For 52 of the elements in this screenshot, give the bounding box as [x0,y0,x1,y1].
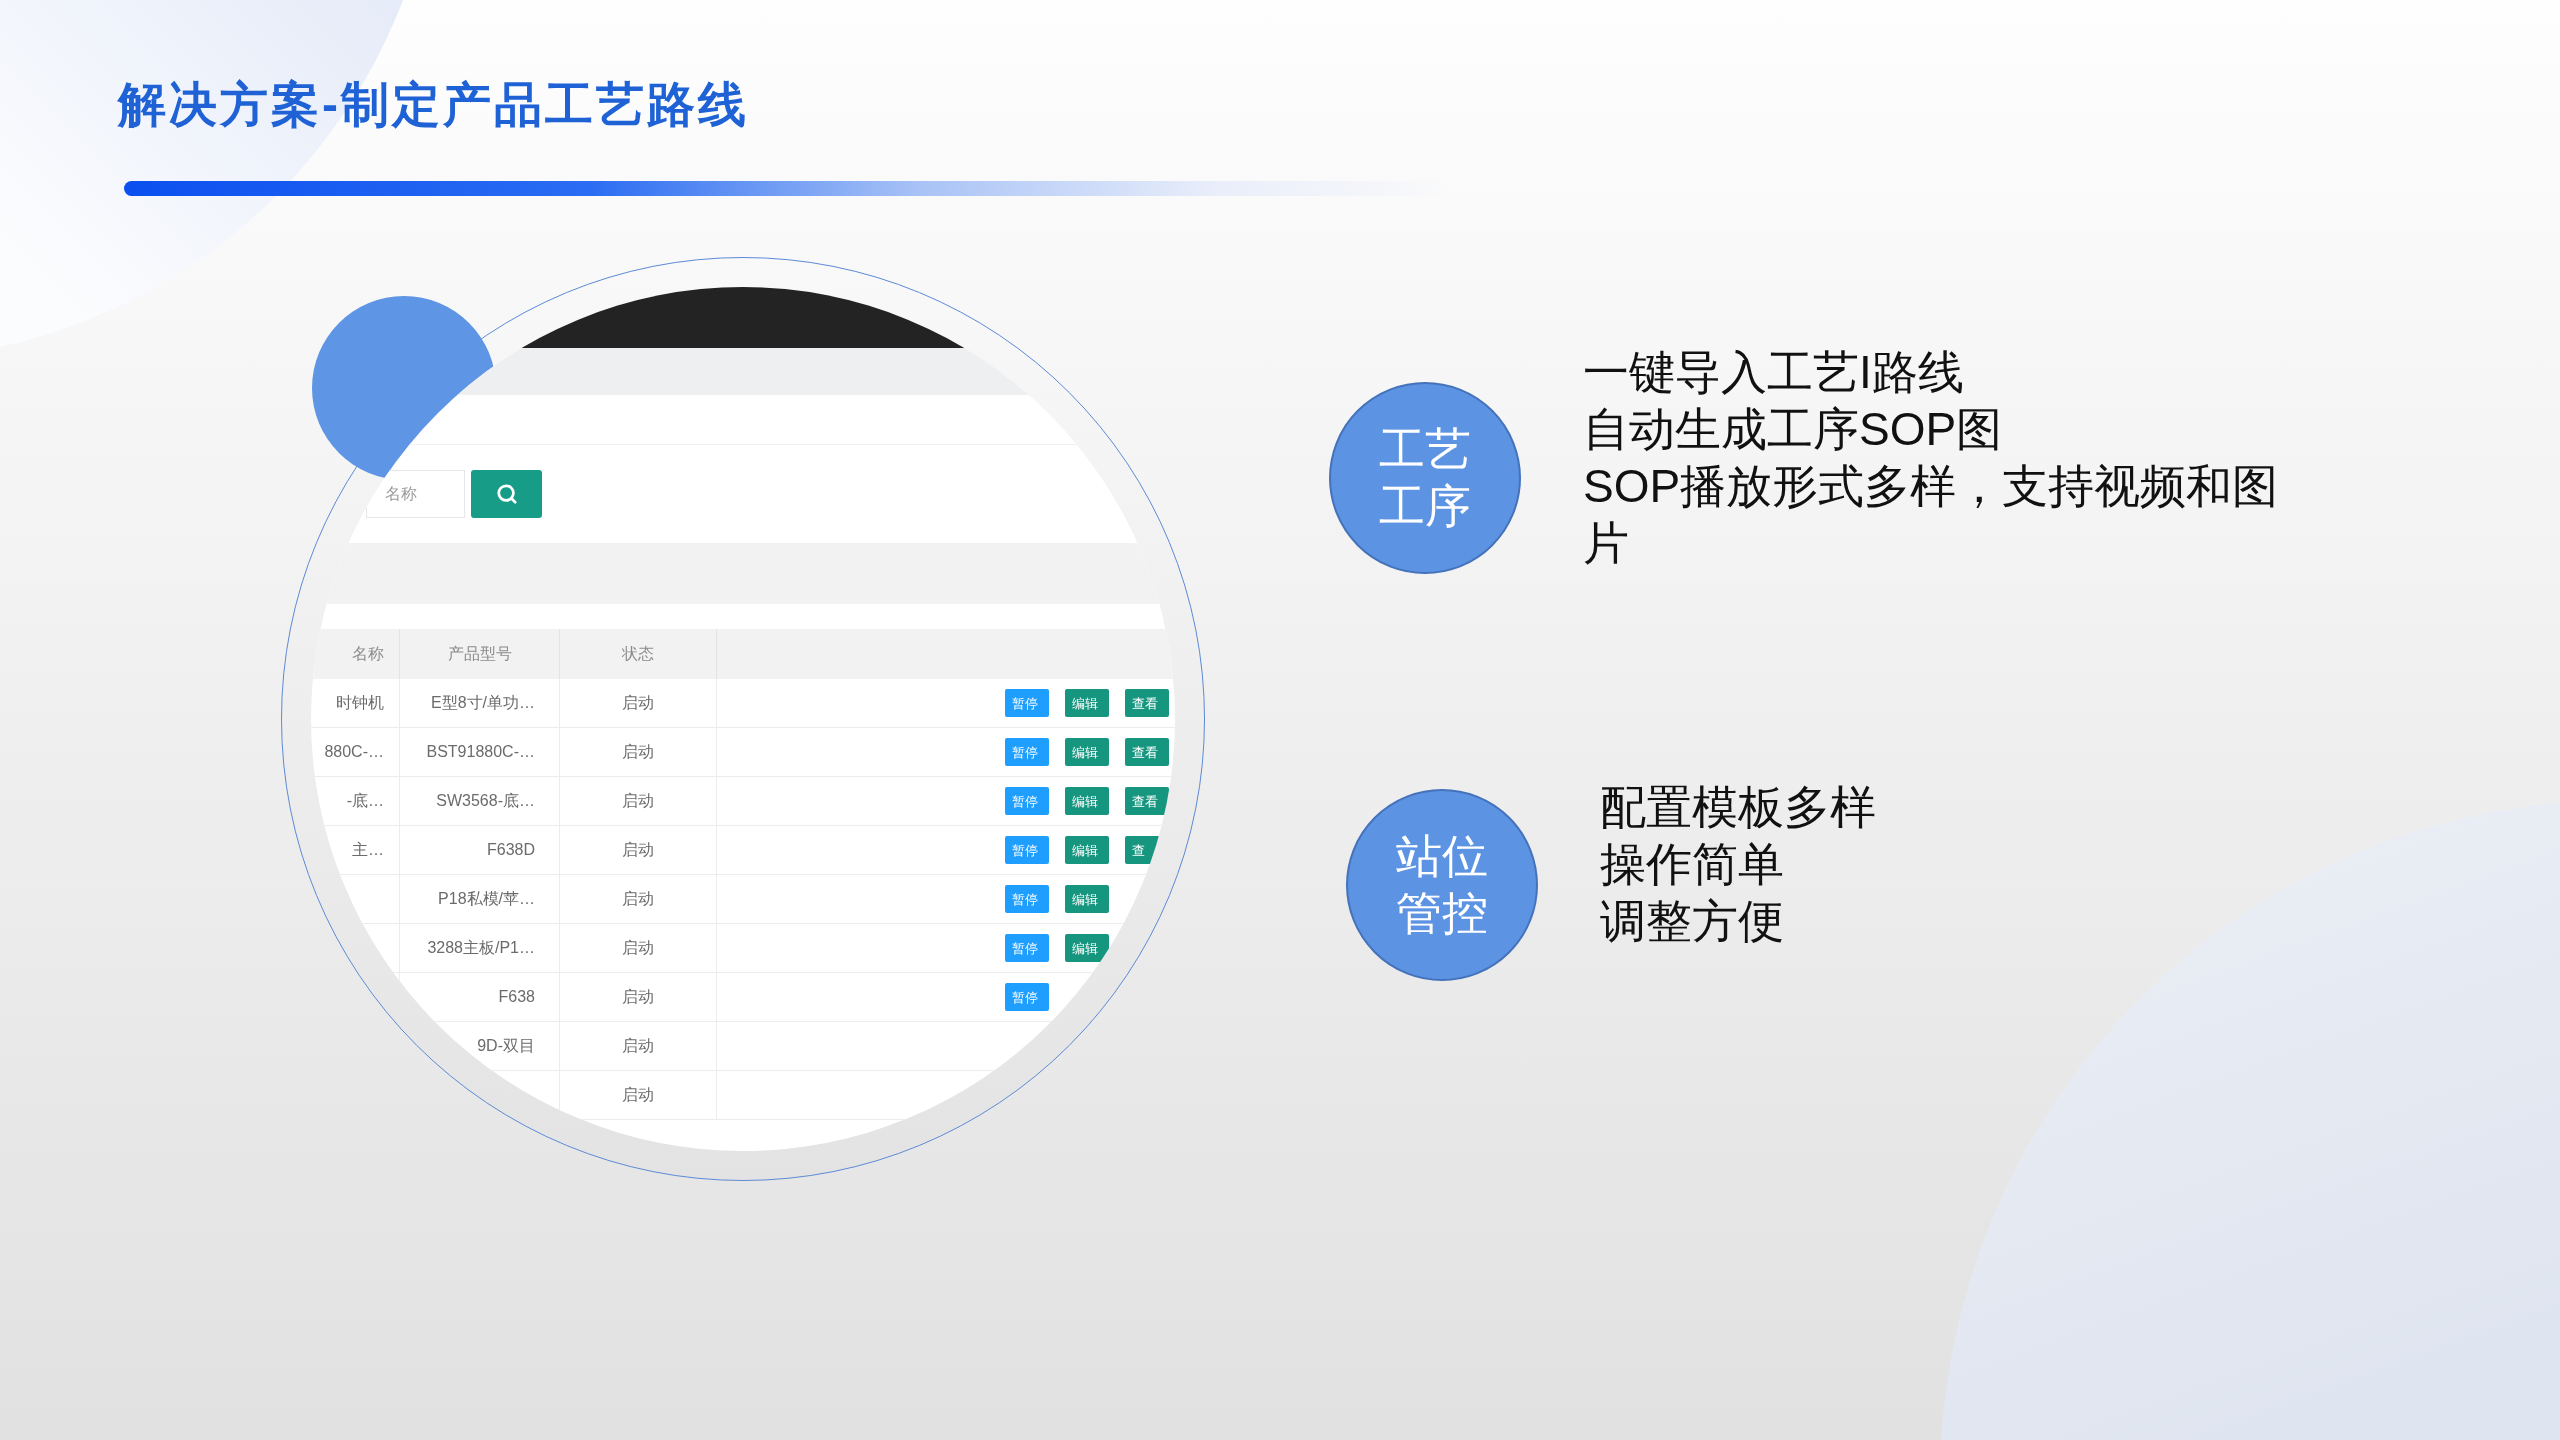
edit-button[interactable]: 编辑 [1065,934,1109,962]
pause-button[interactable]: 暂停 [1005,934,1049,962]
status-text: 启动 [622,987,654,1007]
edit-button[interactable]: 编辑 [1065,885,1109,913]
column-header: 状态 [622,644,654,664]
model-number: SW3568-底… [436,791,535,811]
status-text: 启动 [622,889,654,909]
view-button[interactable]: 查看 [1125,689,1169,717]
model-number: F638D [486,840,535,860]
search-field[interactable]: 名称 [366,470,465,518]
model-number: P18私模/苹… [438,889,535,909]
topic-badge: 站位管控 [1346,788,1538,981]
edit-button[interactable]: 编辑 [1065,689,1109,717]
status-text: 启动 [622,938,654,958]
status-text: 启动 [622,791,654,811]
product-name: -底… [346,791,384,811]
model-number: E型8寸/单功… [431,693,535,713]
pause-button[interactable]: 暂停 [1005,689,1049,717]
status-text: 启动 [622,840,654,860]
feature-text: 操作简单 [1600,837,1785,892]
column-header: 名称 [352,644,384,664]
status-text: 启动 [622,1036,654,1056]
slide-title: 解决方案-制定产品工艺路线 [118,77,750,133]
pause-button[interactable]: 暂停 [1005,787,1049,815]
feature-text: 配置模板多样 [1600,780,1877,835]
feature-text: SOP播放形式多样，支持视频和图片 [1583,459,2280,571]
edit-button[interactable]: 编辑 [1065,836,1109,864]
status-text: 启动 [622,693,654,713]
product-name: 主… [352,840,384,860]
column-header: 产品型号 [447,644,512,664]
feature-text: 一键导入工艺I路线 [1583,345,1965,400]
pause-button[interactable]: 暂停 [1005,836,1049,864]
model-number: BST91880C-… [426,742,535,762]
topic-badge: 工艺工序 [1329,382,1521,574]
model-number: F638 [498,987,535,1007]
view-button[interactable]: 查看 [1125,738,1169,766]
product-name: 880C-… [324,742,384,762]
product-name: 时钟机 [336,693,384,713]
status-text: 启动 [622,742,654,762]
view-button[interactable]: 查看 [1125,787,1169,815]
pause-button[interactable]: 暂停 [1005,885,1049,913]
edit-button[interactable]: 编辑 [1065,787,1109,815]
pause-button[interactable]: 暂停 [1005,738,1049,766]
status-text: 启动 [622,1085,654,1105]
search-icon [495,483,518,505]
feature-text: 调整方便 [1600,894,1785,949]
edit-button[interactable]: 编辑 [1065,738,1109,766]
search-button[interactable] [471,470,542,518]
model-number: 9D-双目 [477,1036,535,1056]
pause-button[interactable]: 暂停 [1005,983,1049,1011]
feature-text: 自动生成工序SOP图 [1583,402,2004,457]
model-number: 3288主板/P1… [427,938,535,958]
